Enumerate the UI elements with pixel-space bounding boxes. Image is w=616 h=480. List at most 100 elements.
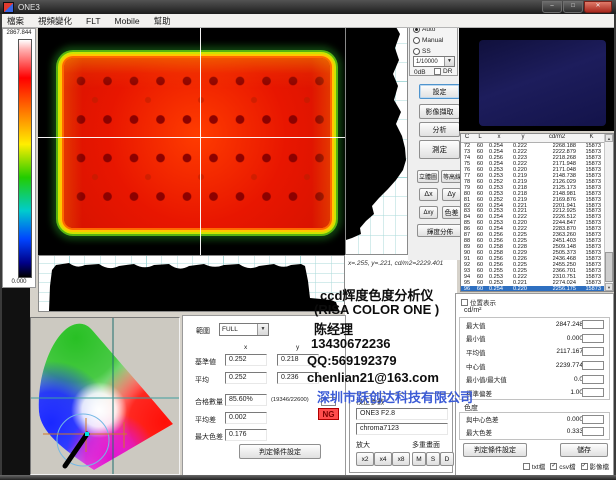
stat-label: 最大值 [466,320,528,330]
calibration-field-chroma[interactable]: chroma7123 [356,423,448,435]
scroll-thumb[interactable] [605,252,613,282]
avg-diff-value: 0.002 [225,412,267,424]
scroll-down-icon[interactable]: ▼ [605,283,613,291]
crosshair-vertical [200,25,201,255]
title-bar[interactable]: ONE3 – □ ✕ [0,0,616,14]
thermal-dots [68,62,326,224]
grab-image-button[interactable]: 影像擷取 [419,104,460,119]
multiscreen-label: 多重畫面 [412,440,440,450]
menu-item-1[interactable]: 視頻變化 [31,15,79,27]
stat-row: 中心值2239.774 [460,359,609,373]
stat-label: 最大色差 [466,427,528,437]
stat-result-box [582,347,604,356]
measurement-table: CLxycd/m2K 72600.2540.2222268.1881587373… [460,133,614,292]
stereo-button[interactable]: 立體圖 [417,170,439,183]
menu-item-4[interactable]: 幫助 [147,15,178,27]
checkbox-icon: ✓ [550,463,557,470]
table-col-header: C [461,134,473,142]
position-display-checkbox[interactable] [461,299,468,306]
dr-checkbox[interactable] [434,68,441,75]
color-diff-button[interactable]: 色差 [442,206,461,219]
bottom-left-filler [0,288,30,476]
cursor-readout: x=.255, y=.221, cd/m2=2229.401 [348,260,443,267]
judge-row-label: 平均 [195,375,209,385]
menu-item-2[interactable]: FLT [79,16,107,26]
radio-icon [413,37,420,44]
stat-value: 0.000 [528,416,583,423]
luminance-stats-group: 最大值2847.248最小值0.000平均值2117.167中心值2239.77… [459,317,610,400]
horizontal-profile-plot [38,255,345,312]
column-y-header: y [296,344,299,351]
multiscreen-S-button[interactable]: S [426,452,440,466]
stat-value: 1.00 [528,389,583,396]
camera-preview[interactable] [459,25,616,131]
table-row[interactable]: 96600.2540.2202256.17515873 [461,286,604,292]
delta-x-button[interactable]: Δx [419,188,438,201]
file-option-label: csv檔 [559,461,575,471]
calibration-group: 校正參數 ONE3 F2.8 chroma7123 放大 多重畫面 x2x4x8… [349,393,453,473]
measure-button[interactable]: 測定 [419,140,460,159]
stat-row: 與中心色差0.000 [460,413,609,426]
table-cell: 15873 [579,286,604,292]
chevron-down-icon[interactable]: ▼ [257,324,268,335]
scroll-up-icon[interactable]: ▲ [605,134,613,142]
menu-item-3[interactable]: Mobile [108,16,147,26]
save-button[interactable]: 儲存 [560,443,608,457]
stat-label: 平均值 [466,347,528,357]
stat-value: 0.333 [528,428,583,435]
table-cell: 96 [461,286,473,292]
table-cell: 2256.175 [535,286,579,292]
table-scrollbar[interactable]: ▲ ▼ [604,134,613,291]
delta-xy-button[interactable]: Δxy [419,206,438,219]
file-option[interactable]: ✓影像檔 [581,461,610,471]
luminance-image-view[interactable] [38,25,345,255]
max-diff-value: 0.176 [225,429,267,441]
radio-icon [413,48,420,55]
vertical-profile-curve [346,26,407,254]
luminance-dist-button[interactable]: 輝度分佈 [417,224,463,237]
window-border-bottom[interactable] [0,475,616,480]
unit-label: cd/m² [464,307,482,314]
stat-value: 0.000 [528,335,583,342]
pass-count-label: 合格數量 [195,397,223,407]
max-diff-label: 最大色差 [195,432,223,442]
table-col-header: K [579,134,604,142]
stat-result-box [582,415,604,424]
stat-label: 最小值/最大值 [466,374,528,384]
file-option[interactable]: txt檔 [523,461,545,471]
table-body: 72600.2540.2222268.1881587373600.2540.22… [461,143,604,291]
radio-label: SS [422,48,431,55]
judge-y-value: 0.218 [277,354,319,366]
judge-y-value: 0.236 [277,372,319,384]
delta-y-button[interactable]: Δy [442,188,461,201]
range-select[interactable]: FULL ▼ [219,323,269,336]
file-option[interactable]: ✓csv檔 [550,461,575,471]
cie-diagram [31,318,179,474]
calibration-field-lens[interactable]: ONE3 F2.8 [356,408,448,420]
stat-value: 2239.774 [528,362,583,369]
ng-status-badge: NG [318,408,339,420]
judge-settings-button-2[interactable]: 判定條件設定 [239,444,321,459]
panel-thermal-map [64,58,330,228]
minimize-button[interactable]: – [542,1,562,13]
table-col-header: L [473,134,487,142]
multiscreen-D-button[interactable]: D [440,452,454,466]
stat-row: 最小值0.000 [460,332,609,346]
zoom-x4-button[interactable]: x4 [374,452,392,466]
analyze-button[interactable]: 分析 [419,122,460,137]
radio-ss[interactable]: SS [413,46,457,56]
set-button[interactable]: 設定 [419,84,460,99]
radio-manual[interactable]: Manual [413,35,457,45]
window-title: ONE3 [18,3,40,12]
vertical-profile-plot [345,25,408,255]
shutter-select[interactable]: 1/10000 ▼ [413,56,455,67]
multiscreen-M-button[interactable]: M [412,452,426,466]
menu-item-0[interactable]: 檔案 [0,15,31,27]
preview-panel-image [479,40,606,126]
chevron-down-icon[interactable]: ▼ [444,57,454,66]
maximize-button[interactable]: □ [563,1,583,13]
close-button[interactable]: ✕ [584,1,612,13]
judge-settings-button[interactable]: 判定條件設定 [463,443,527,457]
zoom-x2-button[interactable]: x2 [356,452,374,466]
zoom-x8-button[interactable]: x8 [392,452,410,466]
